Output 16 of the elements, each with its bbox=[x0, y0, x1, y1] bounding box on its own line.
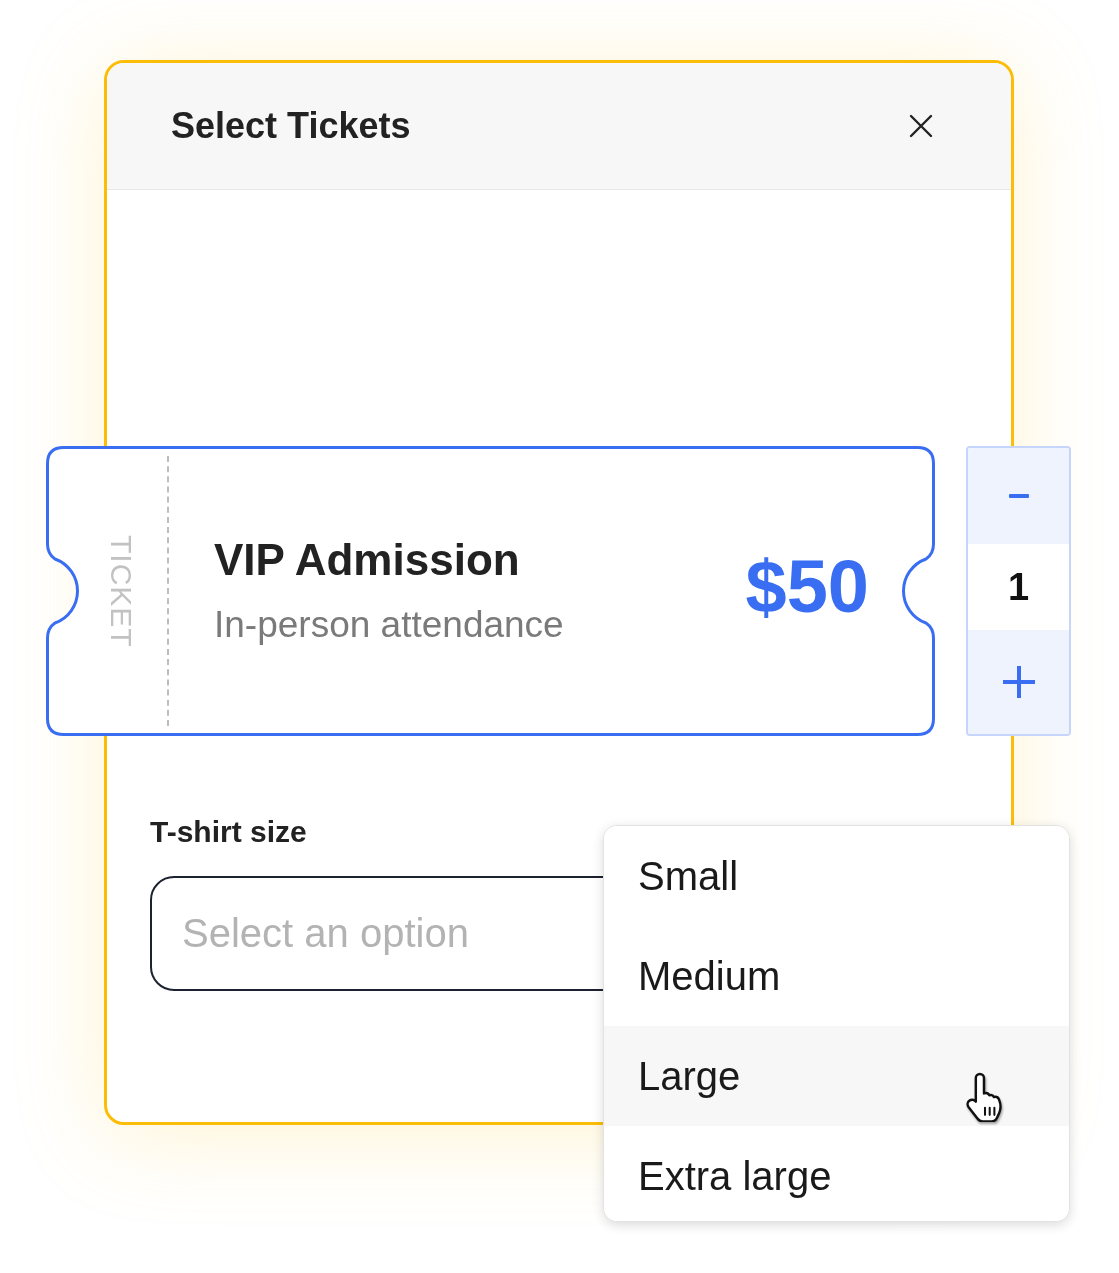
ticket-description: In-person attendance bbox=[214, 603, 564, 647]
dropdown-option[interactable]: Small bbox=[604, 826, 1069, 926]
dropdown-option[interactable]: Large bbox=[604, 1026, 1069, 1126]
close-icon bbox=[909, 114, 933, 138]
minus-icon bbox=[1008, 494, 1029, 498]
dropdown-option[interactable]: Medium bbox=[604, 926, 1069, 1026]
ticket-price: $50 bbox=[745, 550, 869, 624]
increase-button[interactable] bbox=[968, 630, 1069, 734]
dialog-title: Select Tickets bbox=[171, 104, 411, 148]
quantity-value: 1 bbox=[1007, 564, 1030, 610]
ticket-stub-label: TICKET bbox=[105, 534, 136, 648]
ticket-name: VIP Admission bbox=[214, 535, 521, 585]
plus-icon bbox=[1001, 665, 1036, 699]
close-button[interactable] bbox=[907, 112, 935, 140]
dropdown-option[interactable]: Extra large bbox=[604, 1126, 1069, 1221]
field-label: T-shirt size bbox=[150, 814, 307, 850]
